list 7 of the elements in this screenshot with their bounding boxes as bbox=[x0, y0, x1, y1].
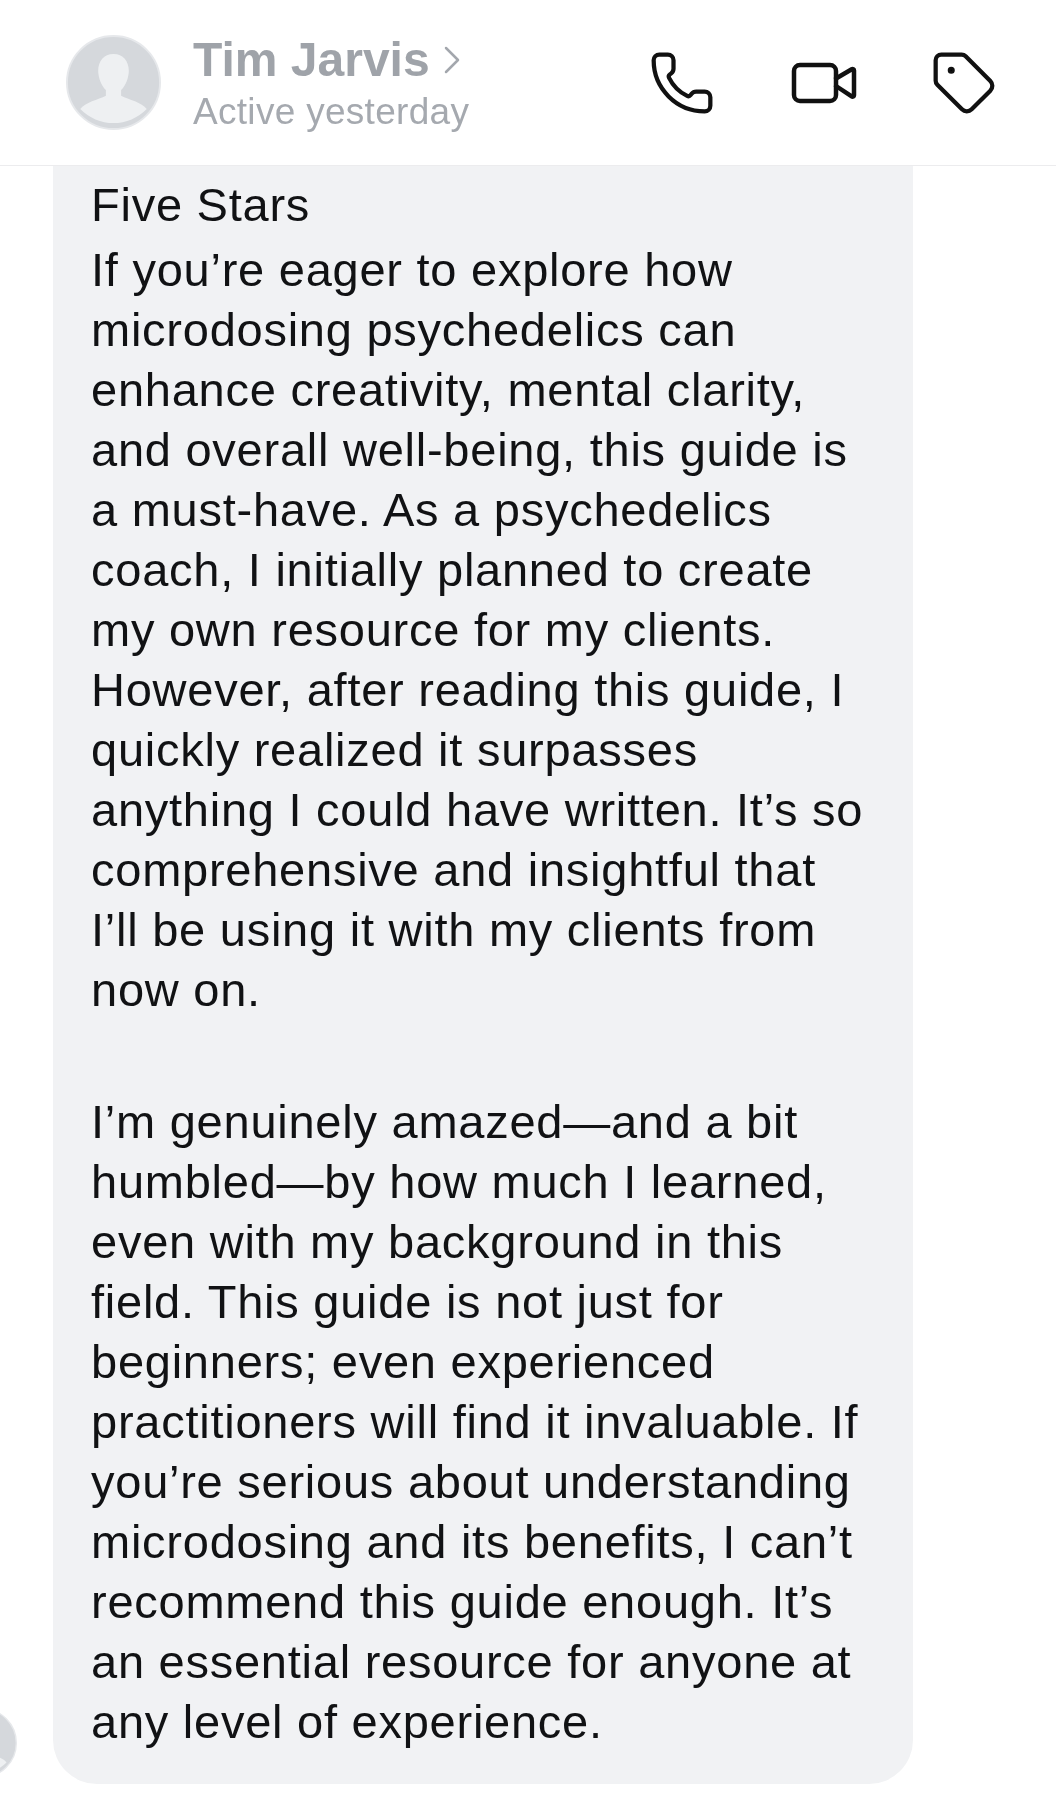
message-paragraph: If you’re eager to explore how microdosing psychedelics can enhance creativity, mental clarity, and overall well-being, this guide is a must-have. As a psychedelics coach, I initially planned to create my own resource for my clients. However, after reading this guide, I quickly realized it surpasses anything I could have written. It’s so comprehensive and insightful that I’ll be using it with my clients from now on. bbox=[91, 242, 865, 1018]
active-status: Active yesterday bbox=[193, 91, 470, 132]
message-paragraph: I’m genuinely amazed—and a bit humbled—by how much I learned, even with my background in this field. This guide is not just for beginners; even experienced practitioners will find it invaluable. If you’re serious about understanding microdosing and its benefits, I can’t recommend this guide enough. It’s an essential resource for anyone at any level of experience. bbox=[91, 1094, 860, 1750]
message-title: Five Stars bbox=[91, 177, 312, 233]
avatar-silhouette-icon bbox=[66, 35, 161, 130]
chevron-right-icon bbox=[443, 45, 460, 74]
contact-name-link[interactable]: Tim Jarvis bbox=[193, 33, 470, 86]
